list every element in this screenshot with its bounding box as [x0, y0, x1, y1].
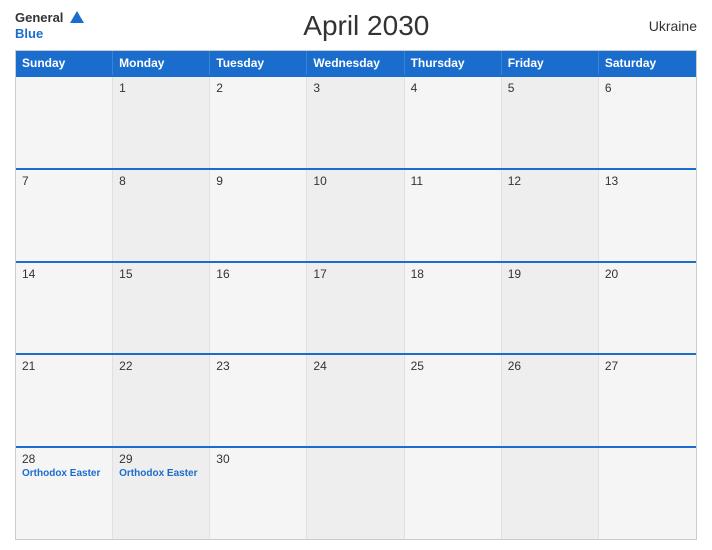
day-number: 13 [605, 174, 690, 188]
cal-cell: 15 [113, 263, 210, 354]
event-label: Orthodox Easter [22, 468, 106, 479]
cal-cell: 6 [599, 77, 696, 168]
cal-cell: 17 [307, 263, 404, 354]
day-number: 24 [313, 359, 397, 373]
calendar-week-4: 21 22 23 24 25 26 27 [16, 353, 696, 446]
day-number: 1 [119, 81, 203, 95]
header: General Blue April 2030 Ukraine [15, 10, 697, 42]
cal-cell [405, 448, 502, 539]
cal-cell: 7 [16, 170, 113, 261]
cal-cell [502, 448, 599, 539]
cal-cell: 12 [502, 170, 599, 261]
day-number: 21 [22, 359, 106, 373]
calendar-week-3: 14 15 16 17 18 19 20 [16, 261, 696, 354]
cal-cell: 19 [502, 263, 599, 354]
logo: General Blue [15, 10, 84, 42]
cal-cell: 22 [113, 355, 210, 446]
day-number: 8 [119, 174, 203, 188]
cal-cell: 3 [307, 77, 404, 168]
day-number: 16 [216, 267, 300, 281]
col-sunday: Sunday [16, 51, 113, 75]
logo-top: General [15, 10, 84, 26]
cal-cell: 14 [16, 263, 113, 354]
day-number: 4 [411, 81, 495, 95]
cal-cell: 28 Orthodox Easter [16, 448, 113, 539]
col-friday: Friday [502, 51, 599, 75]
day-number: 11 [411, 174, 495, 188]
cal-cell [307, 448, 404, 539]
cal-cell: 1 [113, 77, 210, 168]
cal-cell: 5 [502, 77, 599, 168]
calendar-header: Sunday Monday Tuesday Wednesday Thursday… [16, 51, 696, 75]
cal-cell: 29 Orthodox Easter [113, 448, 210, 539]
cal-cell: 4 [405, 77, 502, 168]
calendar-week-5: 28 Orthodox Easter 29 Orthodox Easter 30 [16, 446, 696, 539]
cal-cell [16, 77, 113, 168]
country-label: Ukraine [649, 18, 697, 34]
logo-bottom: Blue [15, 26, 84, 42]
calendar-title: April 2030 [303, 10, 429, 42]
cal-cell: 25 [405, 355, 502, 446]
page: General Blue April 2030 Ukraine Sunday M… [0, 0, 712, 550]
day-number: 26 [508, 359, 592, 373]
day-number: 28 [22, 452, 106, 466]
cal-cell: 21 [16, 355, 113, 446]
cal-cell: 20 [599, 263, 696, 354]
day-number: 22 [119, 359, 203, 373]
day-number: 29 [119, 452, 203, 466]
cal-cell: 18 [405, 263, 502, 354]
day-number: 7 [22, 174, 106, 188]
day-number: 14 [22, 267, 106, 281]
day-number: 17 [313, 267, 397, 281]
col-wednesday: Wednesday [307, 51, 404, 75]
cal-cell: 2 [210, 77, 307, 168]
day-number: 20 [605, 267, 690, 281]
cal-cell: 27 [599, 355, 696, 446]
col-monday: Monday [113, 51, 210, 75]
cal-cell: 30 [210, 448, 307, 539]
cal-cell: 11 [405, 170, 502, 261]
cal-cell [599, 448, 696, 539]
calendar-body: 1234567891011121314151617181920212223242… [16, 75, 696, 539]
day-number: 3 [313, 81, 397, 95]
col-thursday: Thursday [405, 51, 502, 75]
cal-cell: 24 [307, 355, 404, 446]
col-tuesday: Tuesday [210, 51, 307, 75]
calendar-week-2: 789 10 11 12 13 [16, 168, 696, 261]
event-label: Orthodox Easter [119, 468, 203, 479]
cal-cell: 26 [502, 355, 599, 446]
cal-cell: 23 [210, 355, 307, 446]
day-number: 30 [216, 452, 300, 466]
day-number: 19 [508, 267, 592, 281]
day-number: 9 [216, 174, 300, 188]
calendar-week-1: 123456 [16, 75, 696, 168]
day-number: 2 [216, 81, 300, 95]
calendar: Sunday Monday Tuesday Wednesday Thursday… [15, 50, 697, 540]
col-saturday: Saturday [599, 51, 696, 75]
logo-triangle-icon [70, 11, 84, 23]
day-number: 18 [411, 267, 495, 281]
day-number: 15 [119, 267, 203, 281]
day-number: 6 [605, 81, 690, 95]
day-number: 12 [508, 174, 592, 188]
cal-cell: 10 [307, 170, 404, 261]
day-number: 27 [605, 359, 690, 373]
cal-cell: 13 [599, 170, 696, 261]
day-number: 5 [508, 81, 592, 95]
cal-cell: 16 [210, 263, 307, 354]
cal-cell: 8 [113, 170, 210, 261]
cal-cell: 9 [210, 170, 307, 261]
day-number: 25 [411, 359, 495, 373]
logo-blue: Blue [15, 26, 43, 41]
logo-general: General [15, 10, 63, 25]
day-number: 10 [313, 174, 397, 188]
day-number: 23 [216, 359, 300, 373]
